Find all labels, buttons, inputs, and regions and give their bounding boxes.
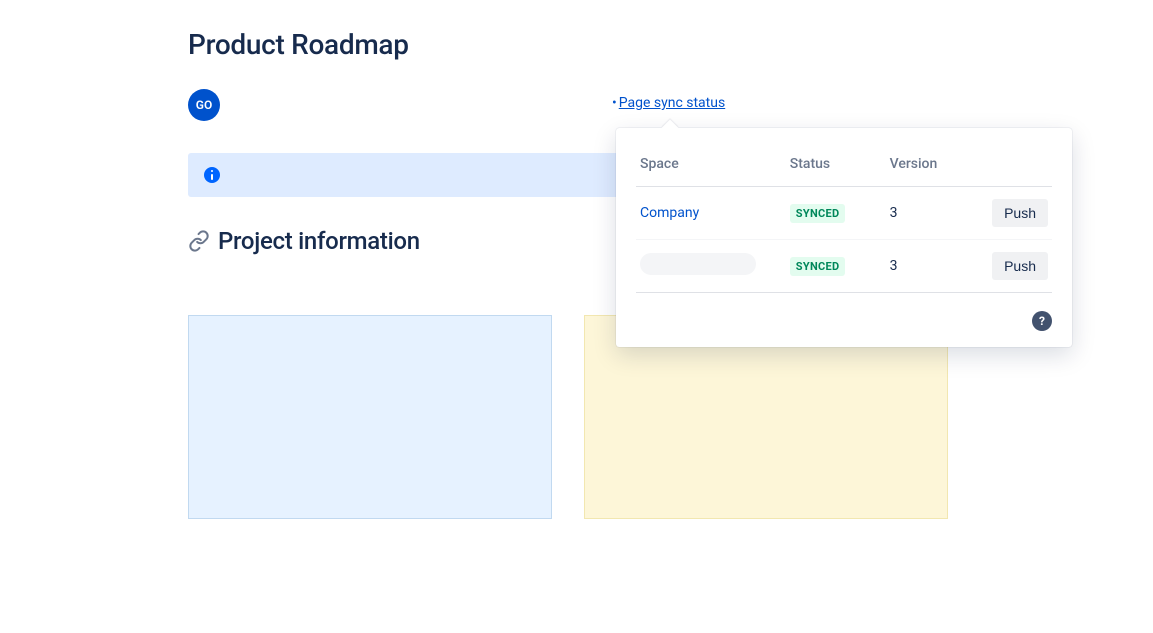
space-link[interactable]: Company (640, 205, 699, 221)
avatar[interactable]: GO (188, 89, 220, 121)
status-badge: SYNCED (790, 204, 846, 223)
page-sync-status-link[interactable]: Page sync status (619, 95, 725, 111)
info-icon (204, 167, 220, 183)
project-information-heading: Project information (218, 227, 420, 255)
meta-row: GO •Page sync status (188, 89, 1153, 121)
push-button[interactable]: Push (992, 199, 1048, 227)
card-blue[interactable] (188, 315, 552, 519)
version-cell: 3 (886, 240, 969, 293)
sync-status-wrapper: •Page sync status (612, 95, 725, 111)
column-header-status: Status (786, 148, 886, 187)
page-title: Product Roadmap (188, 28, 1153, 61)
bullet-separator: • (612, 95, 617, 111)
space-pill-redacted[interactable] (640, 253, 756, 275)
help-icon[interactable]: ? (1032, 311, 1052, 331)
sync-status-table: Space Status Version Company SYNCED 3 Pu… (636, 148, 1052, 293)
sync-status-popover: Space Status Version Company SYNCED 3 Pu… (616, 128, 1072, 347)
column-header-version: Version (886, 148, 969, 187)
table-row: SYNCED 3 Push (636, 240, 1052, 293)
push-button[interactable]: Push (992, 252, 1048, 280)
popover-footer: ? (636, 293, 1052, 331)
status-badge: SYNCED (790, 257, 846, 276)
link-icon (188, 230, 210, 252)
version-cell: 3 (886, 187, 969, 240)
column-header-action (969, 148, 1052, 187)
table-row: Company SYNCED 3 Push (636, 187, 1052, 240)
column-header-space: Space (636, 148, 786, 187)
